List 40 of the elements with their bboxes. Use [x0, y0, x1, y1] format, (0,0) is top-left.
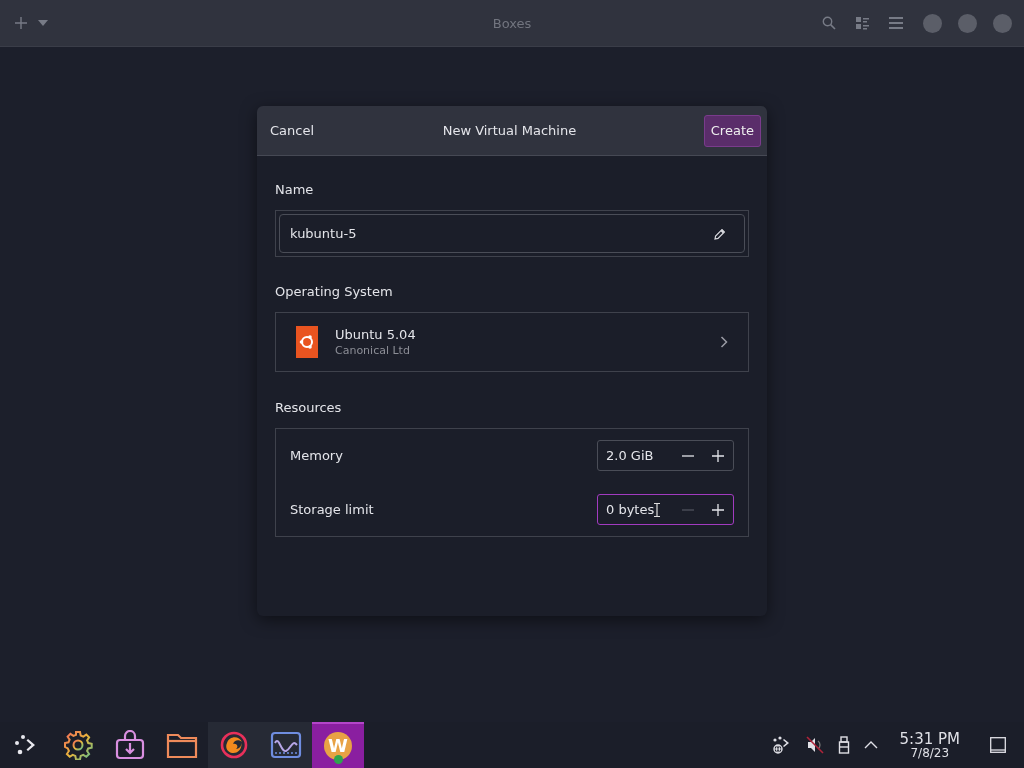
cancel-button[interactable]: Cancel	[269, 119, 316, 142]
taskbar-item[interactable]	[208, 722, 260, 768]
download-box-icon	[114, 730, 146, 760]
section-label: Operating System	[275, 284, 394, 299]
spin-field[interactable]: 2.0 GiB	[597, 440, 734, 471]
view-icon[interactable]	[856, 16, 869, 30]
usb-drive-icon[interactable]	[837, 736, 850, 754]
window-title: Boxes	[491, 15, 533, 31]
show-desktop-icon[interactable]	[990, 737, 1006, 753]
resource-label: Storage limit	[290, 502, 374, 517]
taskbar-item[interactable]	[260, 722, 312, 768]
section-label: Resources	[275, 400, 343, 415]
text-cursor-icon	[654, 502, 661, 517]
chart-window-icon	[270, 731, 302, 759]
os-vendor: Canonical Ltd	[335, 344, 411, 357]
chevron-up-icon[interactable]	[863, 741, 878, 749]
clock-time[interactable]: 5:31 PM	[899, 731, 960, 747]
plus-icon	[712, 449, 724, 462]
speaker-muted-icon[interactable]	[805, 736, 824, 754]
os-row[interactable]: Ubuntu 5.04 Canonical Ltd	[275, 312, 749, 372]
menu-icon[interactable]	[889, 17, 903, 29]
create-button[interactable]: Create	[703, 114, 761, 147]
browser-icon	[219, 730, 249, 760]
increase-button[interactable]	[711, 448, 725, 463]
spin-field[interactable]: 0 bytes	[597, 494, 734, 525]
folder-icon	[166, 731, 198, 759]
chevron-icon	[720, 336, 728, 348]
search-icon[interactable]	[822, 16, 836, 30]
clock-date[interactable]: 7/8/23	[910, 746, 950, 759]
gear-icon	[63, 730, 93, 760]
field-label: Name	[275, 182, 315, 197]
edit-icon[interactable]	[714, 227, 726, 240]
os-name: Ubuntu 5.04	[335, 327, 417, 342]
dialog-title: New Virtual Machine	[442, 123, 577, 138]
dropdown-icon[interactable]	[38, 20, 48, 26]
resource-label: Memory	[290, 448, 343, 463]
name-field[interactable]: kubuntu-5	[279, 214, 745, 253]
plus-icon	[712, 503, 724, 516]
os-logo-icon	[296, 326, 318, 358]
increase-button[interactable]	[711, 502, 725, 517]
